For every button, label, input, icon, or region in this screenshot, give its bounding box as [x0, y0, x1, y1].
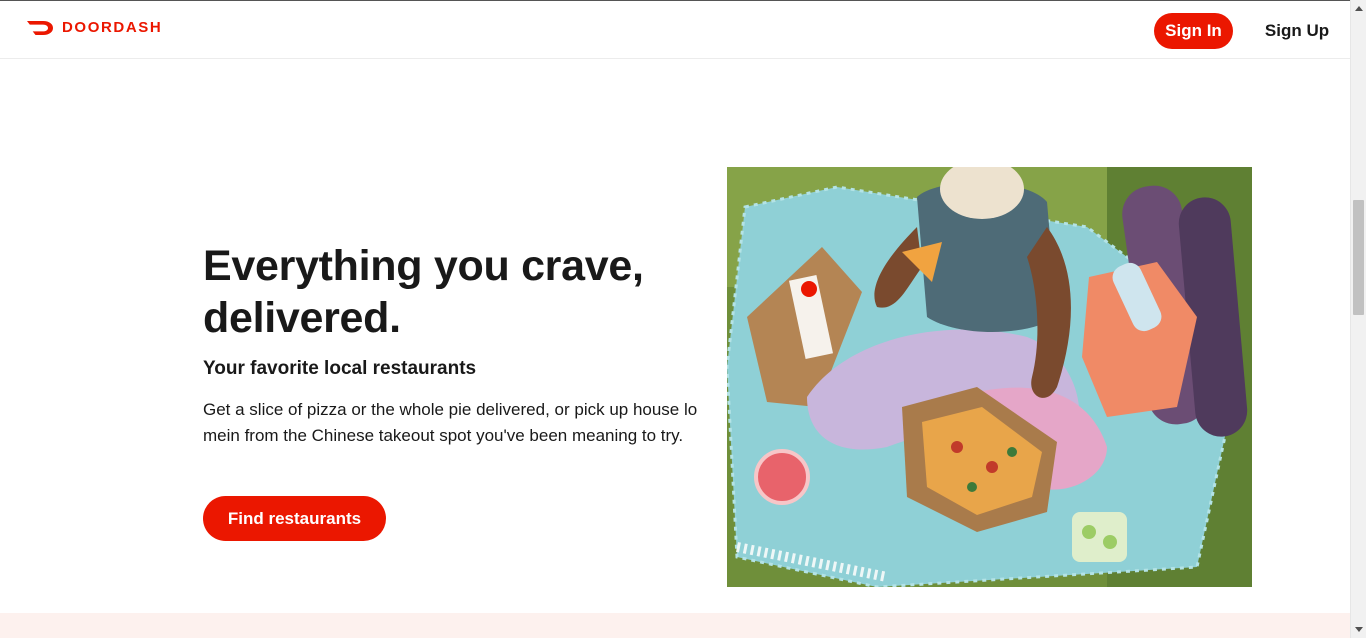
scrollbar-thumb[interactable] [1353, 200, 1364, 315]
scroll-up-arrow-icon[interactable] [1351, 0, 1366, 16]
next-section-band [0, 613, 1350, 638]
sign-in-button[interactable]: Sign In [1154, 13, 1233, 49]
top-navigation-bar: DOORDASH Sign In Sign Up [0, 0, 1350, 59]
hero-title-line-2: delivered. [203, 294, 401, 342]
page: DOORDASH Sign In Sign Up Everything you … [0, 0, 1350, 638]
find-restaurants-button[interactable]: Find restaurants [203, 496, 386, 541]
vertical-scrollbar[interactable] [1350, 0, 1366, 638]
sign-up-button[interactable]: Sign Up [1256, 13, 1338, 49]
scroll-down-arrow-icon[interactable] [1351, 622, 1366, 638]
hero-description: Get a slice of pizza or the whole pie de… [203, 400, 698, 445]
hero-subtitle: Your favorite local restaurants [203, 358, 477, 379]
picnic-photo-illustration [727, 167, 1252, 587]
doordash-logo[interactable]: DOORDASH [26, 19, 162, 36]
hero-title-line-1: Everything you crave, [203, 242, 644, 290]
hero-title: Everything you crave, delivered. [203, 240, 703, 344]
doordash-logo-icon [27, 20, 53, 35]
hero-image [727, 167, 1252, 587]
logo-wordmark: DOORDASH [62, 19, 163, 36]
